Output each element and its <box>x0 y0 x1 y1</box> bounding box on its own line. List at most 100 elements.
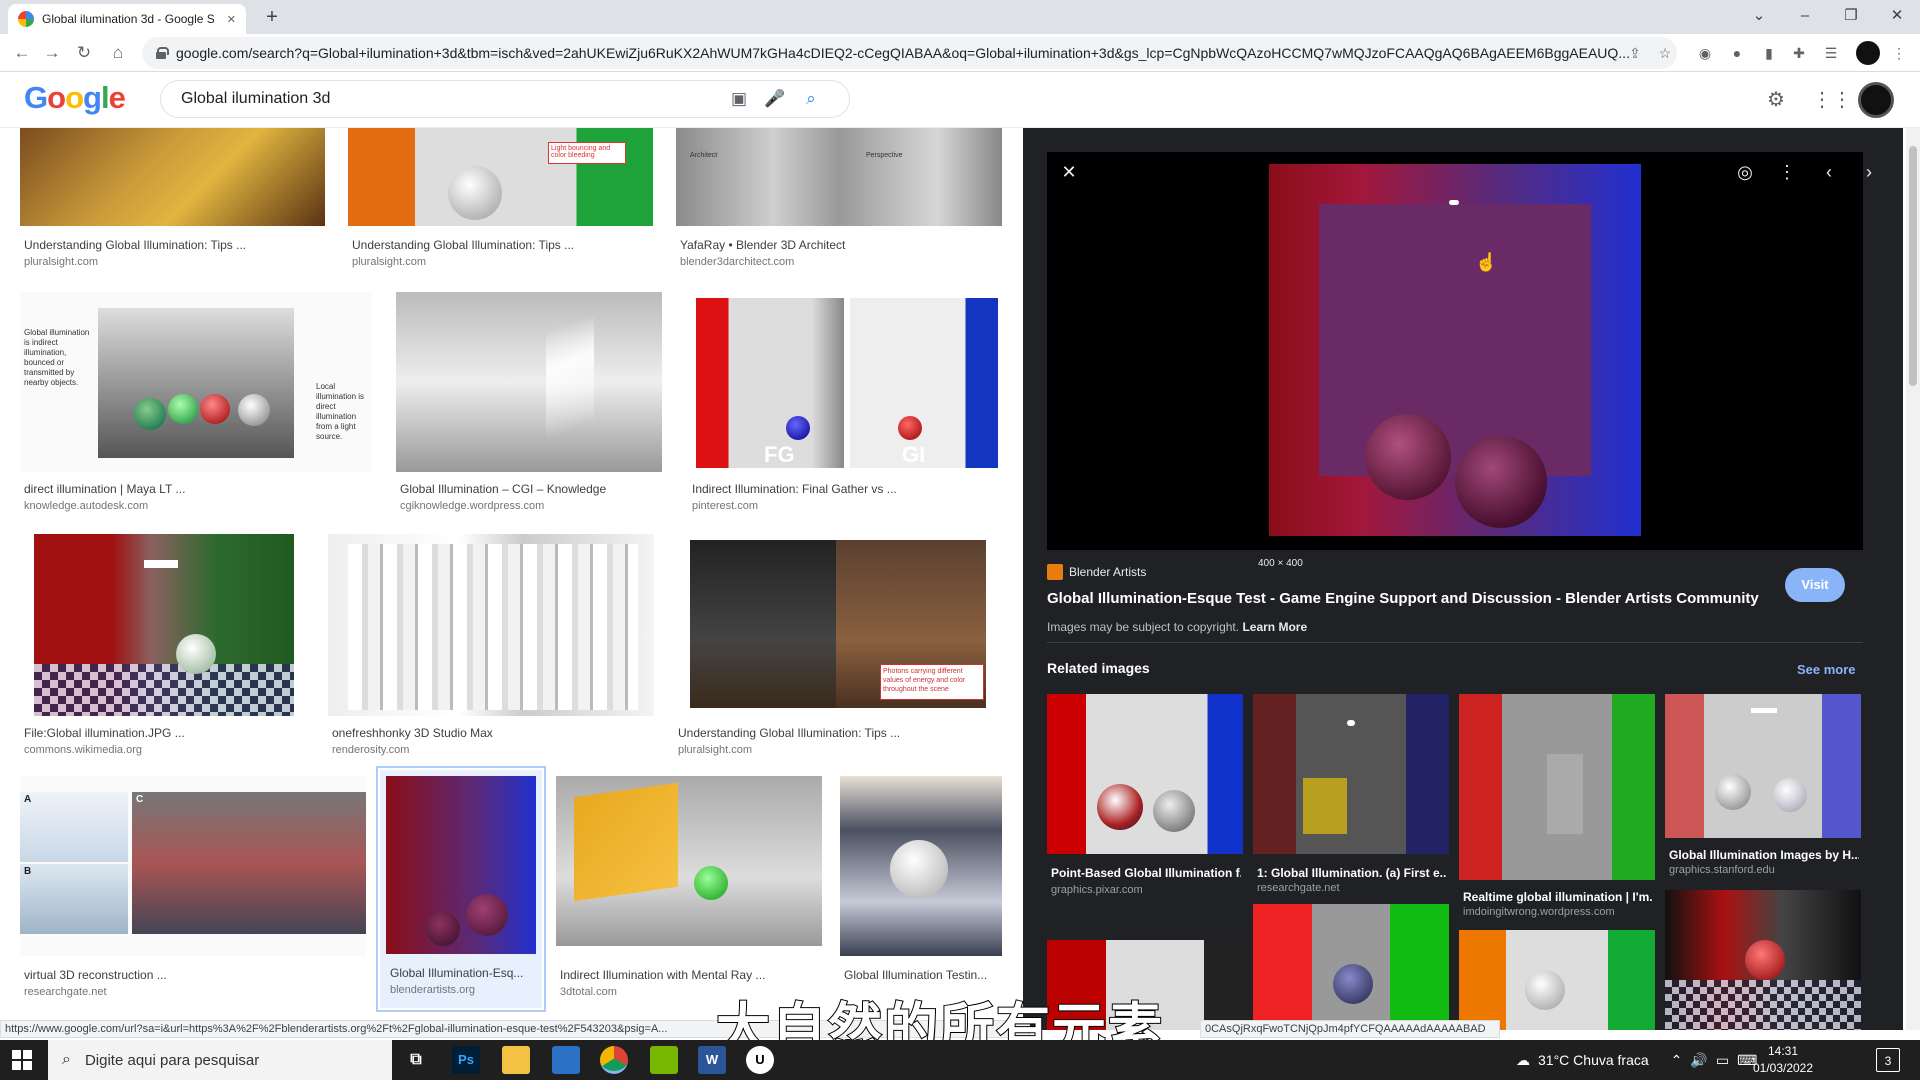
preview-image-area[interactable]: ✕ ◎ ⋮ ‹ › 400 × 400 ☝ <box>1047 152 1872 569</box>
result-card[interactable]: Understanding Global Illumination: Tips … <box>20 128 325 268</box>
profile-avatar[interactable] <box>1856 41 1880 65</box>
settings-gear-icon[interactable]: ⚙ <box>1762 86 1790 114</box>
taskbar-search[interactable]: ⌕ Digite aqui para pesquisar <box>48 1040 392 1080</box>
microphone-icon[interactable]: 🎤 <box>757 89 793 109</box>
result-title[interactable]: direct illumination | Maya LT ... <box>24 482 185 496</box>
close-window-button[interactable]: ✕ <box>1874 0 1920 34</box>
result-title[interactable]: Global Illumination – CGI – Knowledge <box>400 482 606 496</box>
share-icon[interactable]: ⇪ <box>1624 41 1646 65</box>
related-title[interactable]: Realtime global illumination | I'm... <box>1463 890 1653 904</box>
related-title[interactable]: 1: Global Illumination. (a) First e... <box>1257 866 1447 880</box>
store-icon[interactable] <box>552 1046 580 1074</box>
result-title[interactable]: Understanding Global Illumination: Tips … <box>678 726 900 740</box>
result-thumbnail[interactable]: A B C <box>20 776 366 956</box>
result-card[interactable]: Global Illumination Testin... <box>840 776 1002 998</box>
result-thumbnail[interactable] <box>20 128 325 226</box>
result-card-selected[interactable]: Global Illumination-Esq... blenderartist… <box>376 766 546 1012</box>
page-scrollbar[interactable] <box>1906 128 1920 1030</box>
visit-button[interactable]: Visit <box>1785 568 1845 602</box>
browser-tab[interactable]: Global ilumination 3d - Google S ✕ <box>8 4 246 34</box>
cornell-box-image[interactable] <box>1269 164 1641 536</box>
result-card[interactable]: A B C virtual 3D reconstruction ... rese… <box>20 776 366 998</box>
related-thumbnail[interactable] <box>1047 694 1243 854</box>
camera-icon[interactable]: ▣ <box>721 89 757 109</box>
result-title[interactable]: File:Global illumination.JPG ... <box>24 726 185 740</box>
address-bar[interactable]: google.com/search?q=Global+ilumination+3… <box>142 37 1677 69</box>
forward-icon[interactable]: → <box>38 39 66 67</box>
result-thumbnail[interactable]: Photons carrying different values of ene… <box>674 534 1002 716</box>
related-title[interactable]: Point-Based Global Illumination f... <box>1051 866 1241 880</box>
result-thumbnail[interactable] <box>386 776 536 954</box>
tab-search-icon[interactable]: ⌄ <box>1736 0 1782 34</box>
restore-button[interactable]: ❐ <box>1828 0 1874 34</box>
related-card[interactable]: Point-Based Global Illumination f... gra… <box>1047 694 1243 914</box>
account-avatar[interactable] <box>1858 82 1894 118</box>
extension-icon-3[interactable]: ▮ <box>1758 41 1780 65</box>
chevron-up-icon[interactable]: ⌃ <box>1671 1052 1683 1069</box>
network-icon[interactable]: ▭ <box>1716 1052 1729 1069</box>
minimize-button[interactable]: – <box>1782 0 1828 34</box>
next-icon[interactable]: › <box>1857 158 1881 186</box>
result-title[interactable]: virtual 3D reconstruction ... <box>24 968 167 982</box>
related-card[interactable]: 1: Global Illumination. (a) First e... r… <box>1253 694 1449 894</box>
result-card[interactable]: onefreshhonky 3D Studio Max renderosity.… <box>328 534 654 756</box>
result-thumbnail[interactable] <box>20 534 304 716</box>
weather-text[interactable]: 31°C Chuva fraca <box>1538 1052 1649 1068</box>
see-more-link[interactable]: See more <box>1797 662 1856 677</box>
related-thumbnail[interactable] <box>1253 904 1449 1030</box>
source-line[interactable]: Blender Artists <box>1047 564 1146 580</box>
result-thumbnail[interactable] <box>556 776 822 946</box>
related-thumbnail[interactable] <box>1459 930 1655 1030</box>
weather-icon[interactable]: ☁ <box>1516 1052 1530 1069</box>
menu-icon[interactable]: ⋮ <box>1888 41 1910 65</box>
volume-icon[interactable]: 🔊 <box>1690 1052 1707 1069</box>
lens-search-icon[interactable]: ◎ <box>1731 158 1759 186</box>
file-explorer-icon[interactable] <box>502 1046 530 1074</box>
search-input[interactable]: Global ilumination 3d <box>181 90 721 108</box>
windows-start-icon[interactable] <box>12 1050 32 1070</box>
reading-list-icon[interactable]: ☰ <box>1820 41 1842 65</box>
related-card[interactable]: Realtime global illumination | I'm... im… <box>1459 694 1655 918</box>
word-icon[interactable]: W <box>698 1046 726 1074</box>
apps-grid-icon[interactable]: ⋮⋮ <box>1812 86 1852 114</box>
related-card[interactable]: Global Illumination Images by H... graph… <box>1665 694 1861 894</box>
close-icon[interactable]: ✕ <box>1055 158 1083 186</box>
result-thumbnail[interactable]: FG GI <box>688 292 1002 472</box>
clock[interactable]: 14:31 01/03/2022 <box>1738 1043 1828 1077</box>
result-title[interactable]: YafaRay • Blender 3D Architect <box>680 238 845 252</box>
result-title[interactable]: onefreshhonky 3D Studio Max <box>332 726 493 740</box>
notifications-icon[interactable]: 3 <box>1876 1048 1900 1072</box>
result-card[interactable]: Global Illumination – CGI – Knowledge cg… <box>396 292 662 514</box>
extensions-puzzle-icon[interactable]: ✚ <box>1788 41 1810 65</box>
related-card[interactable] <box>1665 890 1861 1030</box>
tab-close-icon[interactable]: ✕ <box>227 13 236 26</box>
result-thumbnail[interactable]: Architect Perspective <box>676 128 1002 226</box>
result-thumbnail[interactable] <box>328 534 654 716</box>
task-view-icon[interactable]: ⧉ <box>402 1046 430 1074</box>
result-card[interactable]: Indirect Illumination with Mental Ray ..… <box>556 776 822 998</box>
chrome-icon[interactable] <box>600 1046 628 1074</box>
extension-icon-2[interactable]: ● <box>1726 41 1748 65</box>
previous-icon[interactable]: ‹ <box>1815 158 1843 186</box>
related-title[interactable]: Global Illumination Images by H... <box>1669 848 1859 862</box>
scrollbar-thumb[interactable] <box>1909 146 1917 386</box>
nvidia-icon[interactable] <box>650 1046 678 1074</box>
reload-icon[interactable]: ↻ <box>70 39 98 67</box>
result-title[interactable]: Global Illumination Testin... <box>844 968 987 982</box>
preview-title[interactable]: Global Illumination-Esque Test - Game En… <box>1047 590 1759 607</box>
result-thumbnail[interactable] <box>396 292 662 472</box>
more-options-icon[interactable]: ⋮ <box>1773 158 1801 186</box>
result-card[interactable]: File:Global illumination.JPG ... commons… <box>20 534 304 756</box>
result-thumbnail[interactable]: Light bouncing and color bleeding <box>348 128 653 226</box>
back-icon[interactable]: ← <box>8 39 36 67</box>
extension-icon[interactable]: ◉ <box>1694 41 1716 65</box>
related-thumbnail[interactable] <box>1665 890 1861 1030</box>
home-icon[interactable]: ⌂ <box>104 39 132 67</box>
result-thumbnail[interactable]: Global illumination is indirect illumina… <box>20 292 372 472</box>
learn-more-link[interactable]: Learn More <box>1242 620 1307 634</box>
photoshop-icon[interactable]: Ps <box>452 1046 480 1074</box>
related-card[interactable] <box>1459 930 1655 1030</box>
result-card[interactable]: Light bouncing and color bleeding Unders… <box>348 128 653 268</box>
search-box[interactable]: Global ilumination 3d ▣ 🎤 ⌕ <box>160 80 850 118</box>
new-tab-button[interactable]: + <box>258 4 286 30</box>
